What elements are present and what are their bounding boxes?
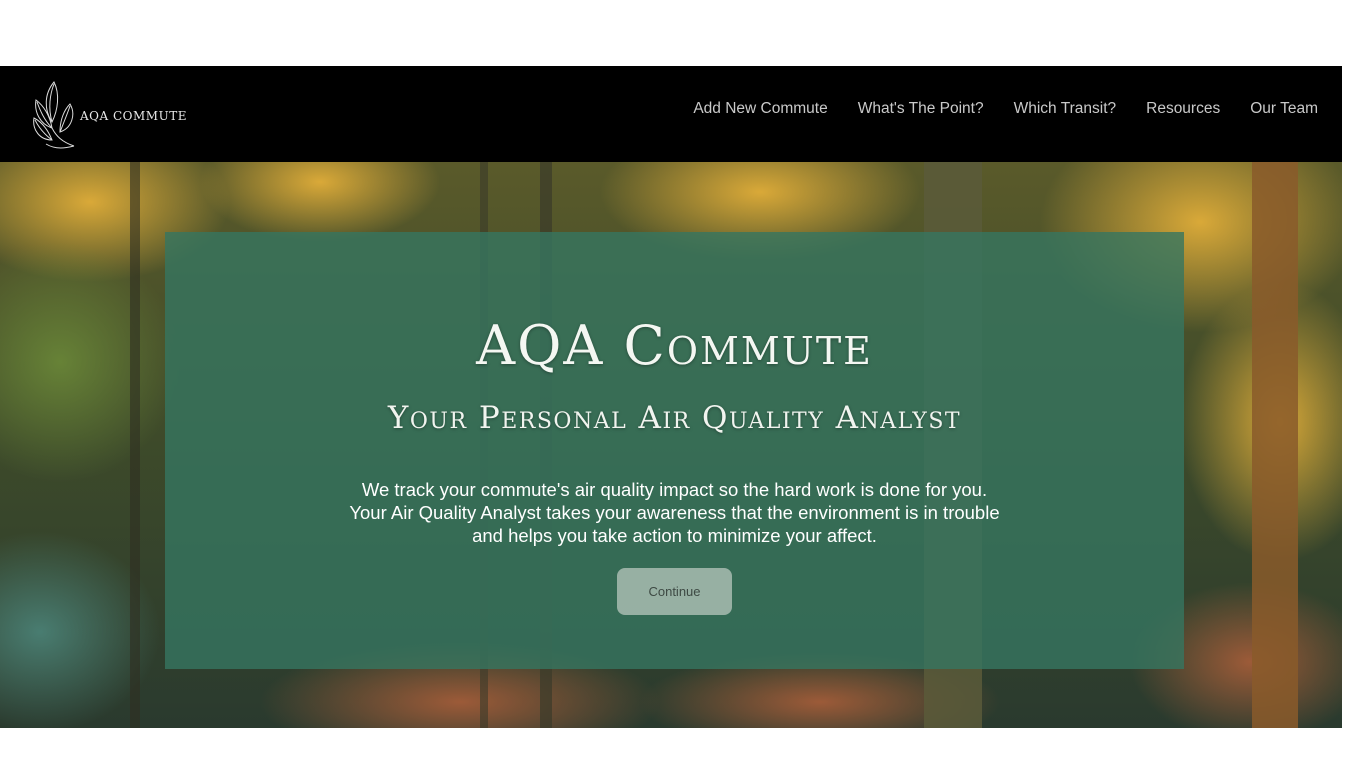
nav-item-resources[interactable]: Resources (1146, 100, 1220, 118)
page: AQA COMMUTE Add New Commute What's The P… (0, 0, 1366, 768)
logo-text: AQA COMMUTE (80, 109, 187, 123)
logo[interactable]: AQA COMMUTE (30, 78, 187, 150)
hero-description-line: and helps you take action to minimize yo… (472, 525, 877, 546)
hero-description-line: We track your commute's air quality impa… (361, 479, 988, 500)
nav-item-our-team[interactable]: Our Team (1250, 100, 1318, 118)
hero-title: AQA Commute (476, 314, 873, 377)
hero-overlay-panel: AQA Commute Your Personal Air Quality An… (165, 232, 1184, 669)
nav-item-which-transit[interactable]: Which Transit? (1014, 100, 1117, 118)
leaf-logo-icon (33, 81, 75, 149)
hero-section: AQA Commute Your Personal Air Quality An… (0, 162, 1342, 728)
site-container: AQA COMMUTE Add New Commute What's The P… (0, 66, 1342, 728)
hero-description: We track your commute's air quality impa… (165, 478, 1184, 547)
hero-description-line: Your Air Quality Analyst takes your awar… (349, 502, 1000, 523)
site-header: AQA COMMUTE Add New Commute What's The P… (0, 66, 1342, 162)
nav-item-add-new-commute[interactable]: Add New Commute (693, 100, 827, 118)
nav-item-whats-the-point[interactable]: What's The Point? (858, 100, 984, 118)
hero-subtitle: Your Personal Air Quality Analyst (387, 400, 962, 436)
main-nav: Add New Commute What's The Point? Which … (693, 100, 1318, 118)
continue-button[interactable]: Continue (617, 568, 732, 615)
